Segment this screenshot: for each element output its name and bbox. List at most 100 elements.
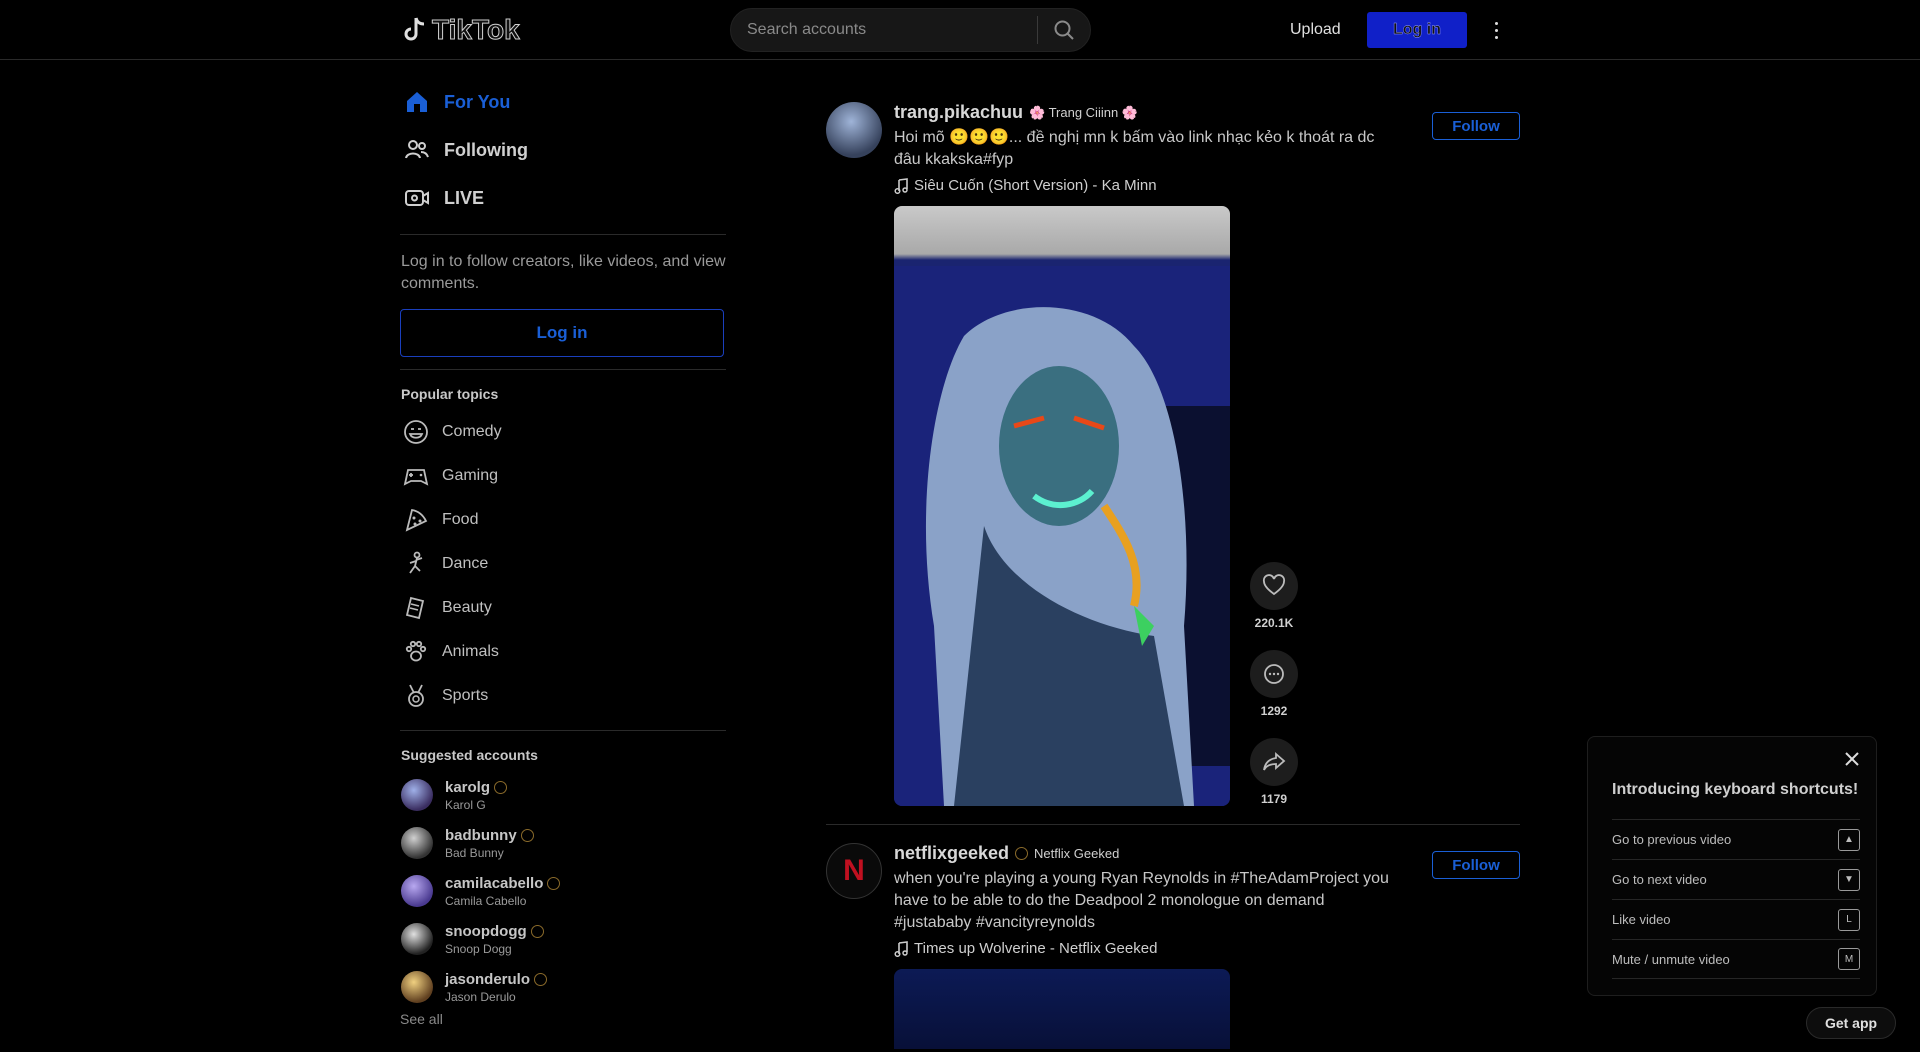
account-handle: badbunny <box>445 826 517 844</box>
see-all-link[interactable]: See all <box>400 1011 726 1025</box>
users-icon <box>405 140 429 159</box>
upload-link[interactable]: Upload <box>1290 12 1341 48</box>
sidebar-login-button[interactable]: Log in <box>400 309 724 357</box>
suggested-accounts-title: Suggested accounts <box>401 747 538 763</box>
sidebar-nav: For You Following LIVE <box>400 60 726 222</box>
topic-label: Sports <box>442 687 489 704</box>
topic-gaming[interactable]: Gaming <box>400 454 726 498</box>
share-count: 1179 <box>1260 792 1288 806</box>
topic-food[interactable]: Food <box>400 498 726 542</box>
topic-comedy[interactable]: Comedy <box>400 410 726 454</box>
more-options-icon[interactable] <box>1486 14 1506 46</box>
keyboard-shortcuts-panel: Introducing keyboard shortcuts! Go to pr… <box>1587 736 1877 996</box>
post-caption: when you're playing a young Ryan Reynold… <box>894 870 1389 931</box>
live-icon <box>405 190 429 206</box>
video-feed: Follow trang.pikachuu 🌸 Trang Ciiinn 🌸 H… <box>826 60 1520 1049</box>
suggested-account[interactable]: jasonderulo Jason Derulo <box>400 963 726 1011</box>
comment-icon <box>1264 664 1284 684</box>
account-handle: karolg <box>445 778 491 796</box>
feed-post: N Follow netflixgeeked Netflix Geeked wh… <box>826 843 1520 1049</box>
follow-button[interactable]: Follow <box>1432 851 1520 879</box>
suggested-account[interactable]: karolg Karol G <box>400 771 726 819</box>
verified-icon <box>534 972 548 986</box>
shortcut-label: Go to previous video <box>1612 832 1732 847</box>
shortcut-label: Go to next video <box>1612 872 1707 887</box>
shortcut-label: Mute / unmute video <box>1612 951 1730 967</box>
nav-label: Following <box>444 139 528 160</box>
avatar <box>401 779 433 811</box>
suggested-account[interactable]: camilacabello Camila Cabello <box>400 867 726 915</box>
music-link[interactable]: Siêu Cuốn (Short Version) - Ka Minn <box>894 177 1520 194</box>
topic-label: Beauty <box>442 599 492 616</box>
account-handle-row: camilacabello <box>445 875 561 892</box>
author-avatar[interactable]: N <box>826 843 882 899</box>
account-name: Bad Bunny <box>445 845 504 860</box>
music-note-icon <box>894 177 908 194</box>
music-link[interactable]: Times up Wolverine - Netflix Geeked <box>894 940 1520 957</box>
nav-following[interactable]: Following <box>400 126 726 174</box>
home-icon <box>407 92 427 112</box>
topic-dance[interactable]: Dance <box>400 542 726 586</box>
nav-label: For You <box>444 91 511 112</box>
paw-icon <box>402 638 430 666</box>
nav-live[interactable]: LIVE <box>400 174 726 222</box>
divider <box>400 730 726 731</box>
divider <box>400 369 726 370</box>
share-button[interactable] <box>1250 738 1298 786</box>
nav-label: LIVE <box>444 187 485 208</box>
video-actions: 220.1K 1292 1179 <box>1250 562 1298 806</box>
shortcut-row: Go to next video ▼ <box>1612 859 1860 899</box>
logo-text: TikTok <box>432 14 521 46</box>
header-login-button[interactable]: Log in <box>1367 12 1467 48</box>
verified-icon <box>520 828 534 842</box>
shortcut-row: Go to previous video ▲ <box>1612 819 1860 859</box>
beauty-icon <box>402 594 430 622</box>
share-icon <box>1263 752 1286 771</box>
account-name: Karol G <box>445 797 486 812</box>
verified-icon <box>1015 847 1029 860</box>
shortcut-label: Like video <box>1612 912 1671 927</box>
search-bar <box>730 8 1091 52</box>
suggested-account[interactable]: snoopdogg Snoop Dogg <box>400 915 726 963</box>
author-handle[interactable]: trang.pikachuu <box>894 102 1023 123</box>
topic-animals[interactable]: Animals <box>400 630 726 674</box>
comment-button[interactable] <box>1250 650 1298 698</box>
suggested-account[interactable]: badbunny Bad Bunny <box>400 819 726 867</box>
author-handle[interactable]: netflixgeeked <box>894 843 1009 864</box>
topic-label: Animals <box>442 643 499 660</box>
topic-beauty[interactable]: Beauty <box>400 586 726 630</box>
account-name: Snoop Dogg <box>445 941 512 956</box>
tiktok-logo[interactable]: TikTok <box>404 12 520 48</box>
netflix-logo-icon: N <box>843 854 865 887</box>
video-player[interactable] <box>894 206 1230 806</box>
topic-label: Gaming <box>442 467 499 484</box>
m-key-icon: M <box>1838 948 1860 970</box>
video-frame-image <box>894 266 1230 806</box>
search-button[interactable] <box>1038 8 1090 52</box>
account-handle: snoopdogg <box>445 922 527 940</box>
arrow-up-key-icon: ▲ <box>1838 828 1860 851</box>
shortcut-list: Go to previous video ▲ Go to next video … <box>1612 819 1860 979</box>
comedy-icon <box>402 418 430 446</box>
nav-for-you[interactable]: For You <box>400 78 726 126</box>
post-caption: Hoi mõ 🙂🙂🙂... đề nghị mn k bấm vào link … <box>894 129 1375 168</box>
divider <box>400 234 726 235</box>
shortcut-row: Like video L <box>1612 899 1860 939</box>
account-handle-row: karolg <box>445 778 508 796</box>
music-title: Times up Wolverine - Netflix Geeked <box>914 940 1158 957</box>
like-button[interactable] <box>1250 562 1298 610</box>
get-app-button[interactable]: Get app <box>1806 1007 1896 1039</box>
author-avatar[interactable] <box>826 102 882 158</box>
topic-label: Dance <box>442 555 489 572</box>
tiktok-note-icon <box>404 17 425 41</box>
avatar <box>401 875 433 907</box>
topic-label: Food <box>442 511 479 528</box>
l-key-icon: L <box>1838 908 1860 931</box>
follow-button[interactable]: Follow <box>1432 112 1520 140</box>
search-input[interactable] <box>731 9 1037 51</box>
feed-post: Follow trang.pikachuu 🌸 Trang Ciiinn 🌸 H… <box>826 60 1520 806</box>
music-title: Siêu Cuốn (Short Version) - Ka Minn <box>914 177 1157 194</box>
close-button[interactable] <box>1840 747 1864 771</box>
video-player[interactable] <box>894 969 1230 1049</box>
topic-sports[interactable]: Sports <box>400 674 726 718</box>
